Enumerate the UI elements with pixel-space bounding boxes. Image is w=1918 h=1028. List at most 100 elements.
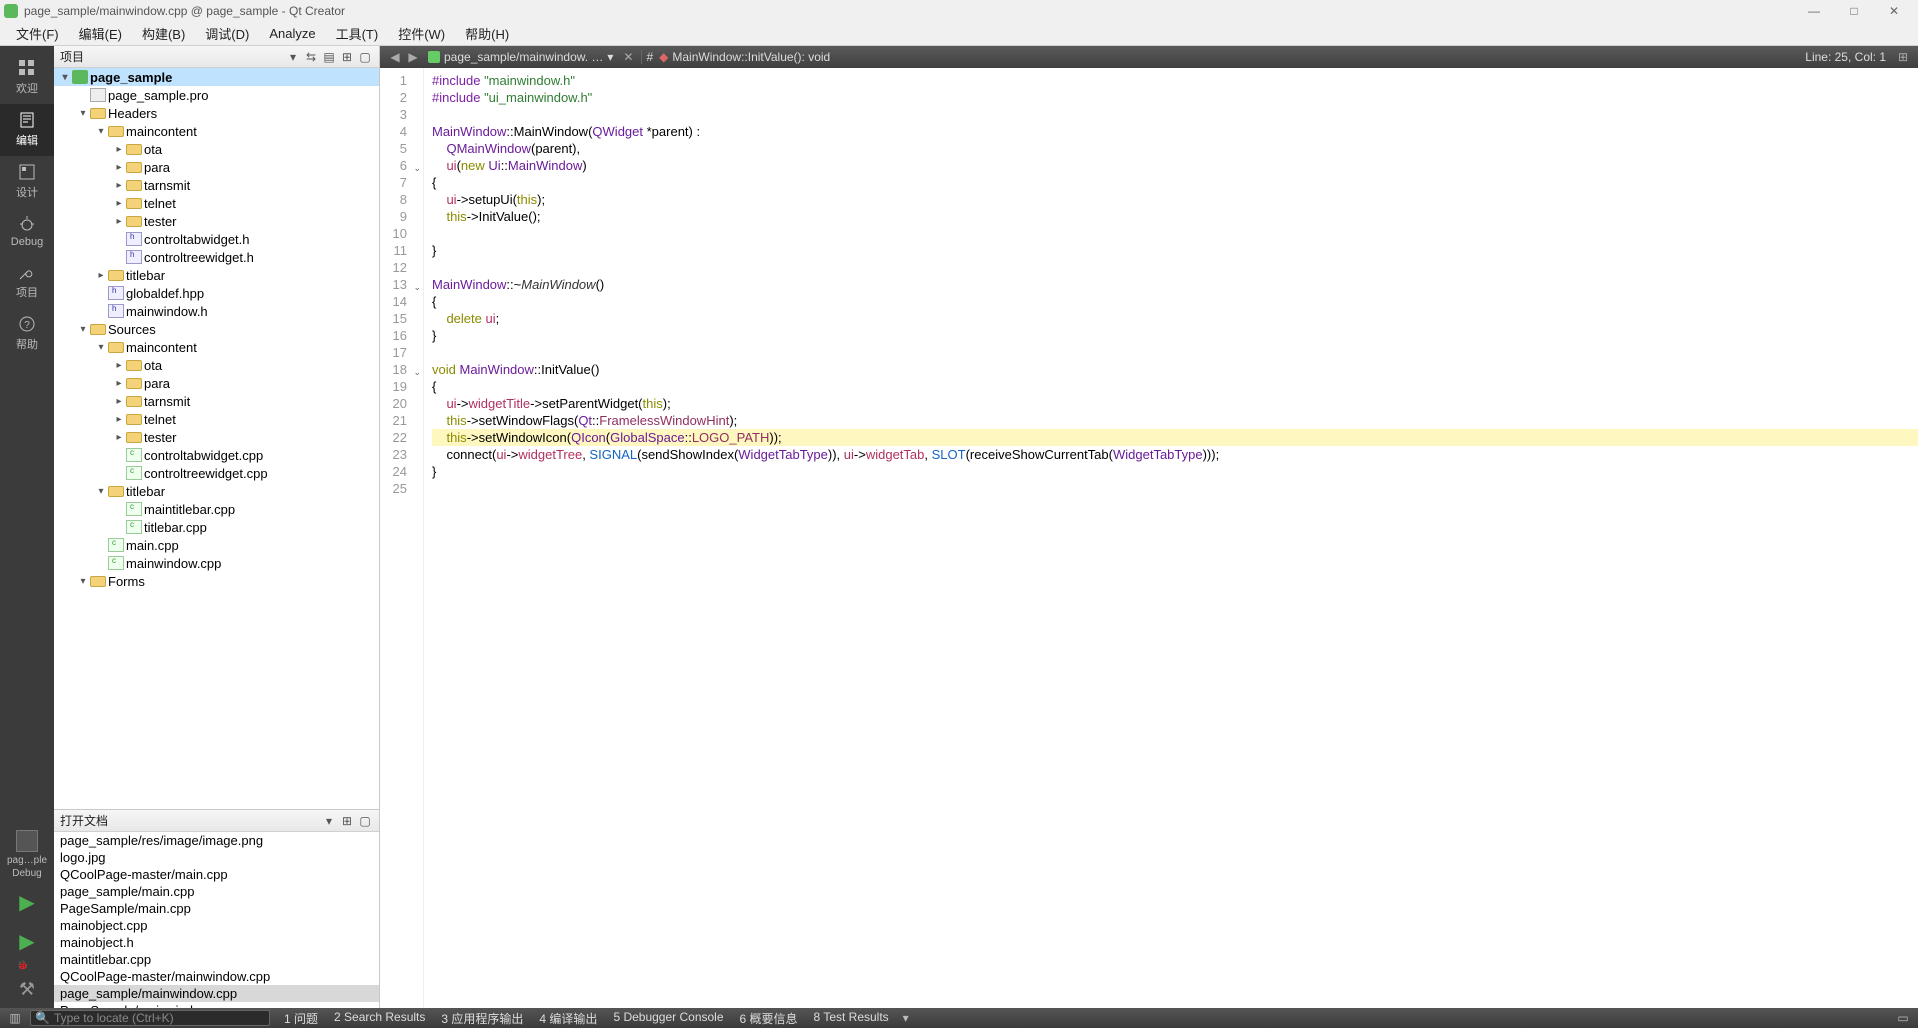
- mode-bug-button[interactable]: Debug: [0, 208, 54, 256]
- close-panel-icon[interactable]: ▢: [357, 813, 373, 829]
- output-pane-tab[interactable]: 2 Search Results: [326, 1010, 433, 1027]
- expand-icon[interactable]: ▸: [112, 432, 126, 443]
- progress-icon[interactable]: ▭: [1894, 1010, 1912, 1026]
- tree-row[interactable]: mainwindow.h: [54, 302, 379, 320]
- nav-forward-button[interactable]: ▶: [404, 50, 422, 64]
- nav-back-button[interactable]: ◀: [386, 50, 404, 64]
- expand-icon[interactable]: ▸: [94, 270, 108, 281]
- code-line[interactable]: {: [432, 174, 1918, 191]
- code-line[interactable]: #include "mainwindow.h": [432, 72, 1918, 89]
- line-number[interactable]: 17: [380, 344, 421, 361]
- line-number[interactable]: 23: [380, 446, 421, 463]
- code-line[interactable]: [432, 225, 1918, 242]
- line-number[interactable]: 2: [380, 89, 421, 106]
- dropdown-icon[interactable]: ▾: [285, 49, 301, 65]
- run-debug-button[interactable]: ▶🐞: [0, 923, 54, 973]
- menu-item[interactable]: 文件(F): [6, 22, 69, 45]
- code-line[interactable]: delete ui;: [432, 310, 1918, 327]
- maximize-button[interactable]: □: [1834, 4, 1874, 18]
- close-panel-icon[interactable]: ▢: [357, 49, 373, 65]
- tree-row[interactable]: controltreewidget.cpp: [54, 464, 379, 482]
- line-number[interactable]: 14: [380, 293, 421, 310]
- minimize-button[interactable]: —: [1794, 4, 1834, 18]
- mode-grid-button[interactable]: 欢迎: [0, 52, 54, 104]
- open-doc-row[interactable]: maintitlebar.cpp: [54, 951, 379, 968]
- code-line[interactable]: MainWindow::~MainWindow(): [432, 276, 1918, 293]
- open-doc-row[interactable]: page_sample/mainwindow.cpp: [54, 985, 379, 1002]
- line-number[interactable]: 7: [380, 174, 421, 191]
- code-line[interactable]: {: [432, 293, 1918, 310]
- expand-icon[interactable]: ▾: [76, 108, 90, 119]
- menu-item[interactable]: 控件(W): [388, 22, 455, 45]
- line-number[interactable]: 8: [380, 191, 421, 208]
- code-line[interactable]: this->InitValue();: [432, 208, 1918, 225]
- tree-row[interactable]: ▾Headers: [54, 104, 379, 122]
- tree-row[interactable]: ▸para: [54, 158, 379, 176]
- output-pane-tab[interactable]: 3 应用程序输出: [433, 1010, 531, 1027]
- tree-row[interactable]: ▸tester: [54, 428, 379, 446]
- tree-row[interactable]: controltreewidget.h: [54, 248, 379, 266]
- code-line[interactable]: #include "ui_mainwindow.h": [432, 89, 1918, 106]
- menu-item[interactable]: 帮助(H): [455, 22, 519, 45]
- menu-item[interactable]: 构建(B): [132, 22, 195, 45]
- open-doc-row[interactable]: mainobject.h: [54, 934, 379, 951]
- editor-body[interactable]: 123456⌄78910111213⌄1415161718⌄1920212223…: [380, 68, 1918, 1008]
- line-number[interactable]: 16: [380, 327, 421, 344]
- panes-dropdown-icon[interactable]: ▾: [897, 1010, 915, 1026]
- line-number[interactable]: 10: [380, 225, 421, 242]
- line-number[interactable]: 20: [380, 395, 421, 412]
- open-doc-row[interactable]: mainobject.cpp: [54, 917, 379, 934]
- line-number[interactable]: 21: [380, 412, 421, 429]
- line-number[interactable]: 24: [380, 463, 421, 480]
- tree-row[interactable]: ▸ota: [54, 356, 379, 374]
- tree-row[interactable]: main.cpp: [54, 536, 379, 554]
- tree-row[interactable]: ▸ota: [54, 140, 379, 158]
- tree-row[interactable]: ▸telnet: [54, 410, 379, 428]
- tree-row[interactable]: ▸telnet: [54, 194, 379, 212]
- expand-icon[interactable]: ▾: [94, 486, 108, 497]
- file-crumb[interactable]: page_sample/mainwindow. … ▾: [422, 50, 619, 64]
- expand-icon[interactable]: ▸: [112, 144, 126, 155]
- code-line[interactable]: ui->widgetTitle->setParentWidget(this);: [432, 395, 1918, 412]
- output-pane-tab[interactable]: 4 编译输出: [531, 1010, 605, 1027]
- dropdown-icon[interactable]: ▾: [321, 813, 337, 829]
- open-doc-row[interactable]: page_sample/main.cpp: [54, 883, 379, 900]
- tree-row[interactable]: ▾page_sample: [54, 68, 379, 86]
- symbol-crumb[interactable]: MainWindow::InitValue(): void: [668, 50, 830, 64]
- open-doc-row[interactable]: PageSample/main.cpp: [54, 900, 379, 917]
- mode-wrench-button[interactable]: 项目: [0, 256, 54, 308]
- toggle-sidebar-button[interactable]: ▥: [6, 1010, 24, 1026]
- code-line[interactable]: }: [432, 242, 1918, 259]
- code-line[interactable]: [432, 259, 1918, 276]
- tree-row[interactable]: ▾maincontent: [54, 122, 379, 140]
- open-doc-row[interactable]: QCoolPage-master/mainwindow.cpp: [54, 968, 379, 985]
- expand-icon[interactable]: ▸: [112, 180, 126, 191]
- open-docs-list[interactable]: page_sample/res/image/image.pnglogo.jpgQ…: [54, 832, 379, 1008]
- code-area[interactable]: #include "mainwindow.h"#include "ui_main…: [424, 68, 1918, 1008]
- tree-row[interactable]: titlebar.cpp: [54, 518, 379, 536]
- line-number[interactable]: 25: [380, 480, 421, 497]
- encoding-icon[interactable]: ⊞: [1894, 50, 1912, 64]
- line-number[interactable]: 6⌄: [380, 157, 421, 174]
- menu-item[interactable]: 调试(D): [195, 22, 259, 45]
- line-number[interactable]: 11: [380, 242, 421, 259]
- output-pane-tab[interactable]: 1 问题: [276, 1010, 326, 1027]
- output-pane-tab[interactable]: 6 概要信息: [732, 1010, 806, 1027]
- code-line[interactable]: ui->setupUi(this);: [432, 191, 1918, 208]
- expand-icon[interactable]: ▸: [112, 378, 126, 389]
- line-number[interactable]: 15: [380, 310, 421, 327]
- open-doc-row[interactable]: page_sample/res/image/image.png: [54, 832, 379, 849]
- tree-row[interactable]: ▸tester: [54, 212, 379, 230]
- tree-row[interactable]: controltabwidget.h: [54, 230, 379, 248]
- sync-icon[interactable]: ⇆: [303, 49, 319, 65]
- kit-selector[interactable]: pag…pleDebug: [0, 826, 54, 884]
- tree-row[interactable]: ▾Forms: [54, 572, 379, 590]
- project-tree[interactable]: ▾page_samplepage_sample.pro▾Headers▾main…: [54, 68, 379, 809]
- code-line[interactable]: }: [432, 327, 1918, 344]
- mode-help-button[interactable]: ?帮助: [0, 308, 54, 360]
- close-button[interactable]: ✕: [1874, 4, 1914, 18]
- tree-row[interactable]: page_sample.pro: [54, 86, 379, 104]
- line-number[interactable]: 9: [380, 208, 421, 225]
- code-line[interactable]: MainWindow::MainWindow(QWidget *parent) …: [432, 123, 1918, 140]
- menu-item[interactable]: 编辑(E): [69, 22, 132, 45]
